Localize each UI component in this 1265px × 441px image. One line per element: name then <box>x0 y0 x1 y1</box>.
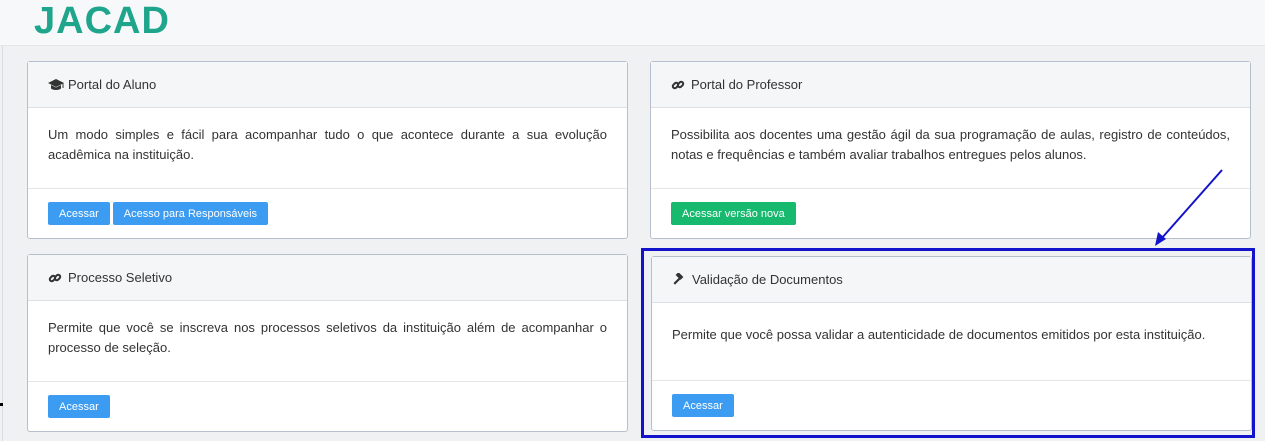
annotation-arrow <box>1155 169 1223 246</box>
